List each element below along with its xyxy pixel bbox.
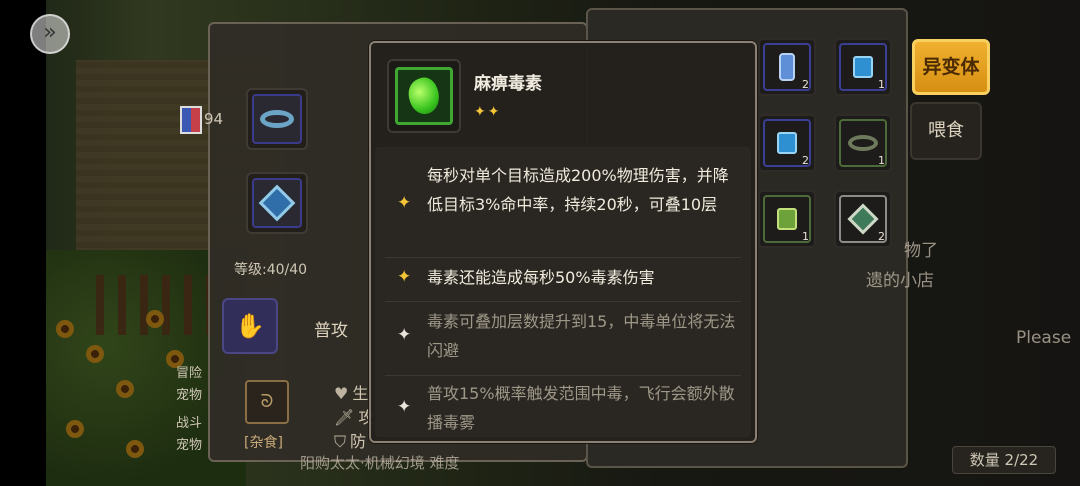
divider xyxy=(385,301,741,302)
inventory-item[interactable]: 1 xyxy=(834,114,892,172)
side-label: 冒险 xyxy=(176,366,203,381)
rarity-stars: ✦✦ xyxy=(474,104,502,120)
divider xyxy=(385,257,741,258)
inventory-item[interactable]: 2 xyxy=(834,190,892,248)
item-count: 1 xyxy=(802,230,809,243)
stat-hp: ♥ 生 xyxy=(334,384,369,403)
item-count: 1 xyxy=(878,154,885,167)
divider xyxy=(385,375,741,376)
background-chat-text: 物了 xyxy=(904,241,938,261)
effect-row: ✦ 毒素还能造成每秒50%毒素伤害 xyxy=(375,261,751,301)
skill-tooltip: 麻痹毒素 ✦✦ ✦ 每秒对单个目标造成200%物理伤害，并降低目标3%命中率，持… xyxy=(369,41,757,443)
skill-claw-icon[interactable]: ✋ xyxy=(222,298,278,354)
pet-level: 等级:40/40 xyxy=(234,262,308,278)
tooltip-title: 麻痹毒素 xyxy=(474,74,542,94)
effect-text: 每秒对单个目标造成200%物理伤害，并降低目标3%命中率，持续20秒，可叠10层 xyxy=(427,166,729,214)
star-gold-icon: ✦ xyxy=(397,193,412,213)
food-type-icon: ᘐ xyxy=(245,380,289,424)
inventory-item[interactable]: 1 xyxy=(834,38,892,96)
heart-icon: ♥ xyxy=(334,384,349,403)
effect-text: 毒素可叠加层数提升到15，中毒单位将无法闪避 xyxy=(427,312,736,360)
expand-chevron-button[interactable]: » xyxy=(30,14,70,54)
equip-slot-gem[interactable] xyxy=(246,172,308,234)
effect-list: ✦ 每秒对单个目标造成200%物理伤害，并降低目标3%命中率，持续20秒，可叠1… xyxy=(375,147,751,437)
gem-amulet-icon xyxy=(847,203,879,235)
mutation-button[interactable]: 异变体 xyxy=(912,39,990,95)
background-chat-text: Please xyxy=(1016,328,1072,348)
guild-flag-icon xyxy=(180,106,202,134)
item-count: 2 xyxy=(878,230,885,243)
pet-name-fragment: 94 xyxy=(204,110,224,128)
stat-defense: ⛉ 防 xyxy=(334,432,367,451)
star-white-icon: ✦ xyxy=(397,397,412,417)
item-count: 2 xyxy=(802,154,809,167)
gem-icon xyxy=(258,184,296,222)
inventory-item[interactable]: 2 xyxy=(758,114,816,172)
effect-row: ✦ 普攻15%概率触发范围中毒，飞行会额外散播毒雾 xyxy=(375,379,751,439)
side-label: 宠物 xyxy=(176,388,203,403)
side-label: 战斗 xyxy=(176,416,203,431)
equip-slot-ring[interactable] xyxy=(246,88,308,150)
item-count: 2 xyxy=(802,78,809,91)
poison-blob-icon xyxy=(403,73,445,119)
shield-icon: ⛉ xyxy=(334,432,347,451)
inventory-item[interactable]: 2 xyxy=(758,38,816,96)
feed-button[interactable]: 喂食 xyxy=(910,102,982,160)
bottom-ticker-text: 阳购太太·机械幻境 难度 xyxy=(300,454,460,472)
green-lantern-icon xyxy=(777,208,797,230)
item-count: 1 xyxy=(878,78,885,91)
potion-bottle-icon xyxy=(779,53,795,81)
blue-lantern-icon xyxy=(853,56,873,78)
effect-text: 普攻15%概率触发范围中毒，飞行会额外散播毒雾 xyxy=(427,384,735,432)
effect-row: ✦ 每秒对单个目标造成200%物理伤害，并降低目标3%命中率，持续20秒，可叠1… xyxy=(375,161,751,257)
side-label: 宠物 xyxy=(176,438,203,453)
effect-row: ✦ 毒素可叠加层数提升到15，中毒单位将无法闪避 xyxy=(375,307,751,371)
poison-skill-icon xyxy=(387,59,461,133)
food-type-label: [杂食] xyxy=(244,435,283,451)
skill-label: 普攻 xyxy=(314,321,348,341)
star-white-icon: ✦ xyxy=(397,325,412,345)
background-chat-text: 遗的小店 xyxy=(866,271,934,291)
sword-icon: 🗡 xyxy=(334,408,355,427)
effect-text: 毒素还能造成每秒50%毒素伤害 xyxy=(427,268,655,287)
item-count-indicator: 数量 2/22 xyxy=(952,446,1056,474)
inventory-item[interactable]: 1 xyxy=(758,190,816,248)
ring-icon xyxy=(848,135,878,151)
ring-icon xyxy=(260,110,294,128)
star-gold-icon: ✦ xyxy=(397,267,412,287)
blue-lantern-icon xyxy=(777,132,797,154)
